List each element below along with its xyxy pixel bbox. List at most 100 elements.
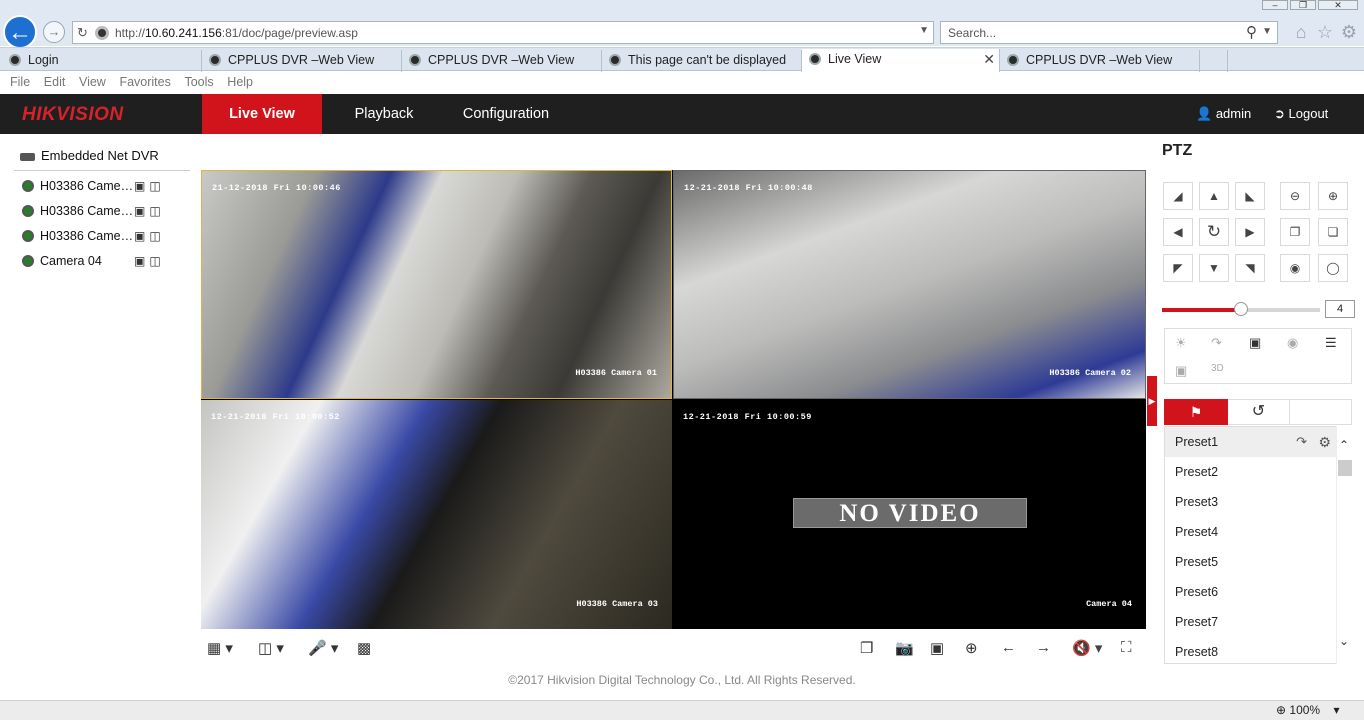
- dvr-node[interactable]: Embedded Net DVR: [20, 148, 159, 163]
- user-menu[interactable]: 👤 admin: [1196, 94, 1251, 134]
- preset-item[interactable]: Preset4: [1165, 517, 1337, 547]
- iris-open-icon[interactable]: ◯: [1318, 254, 1348, 282]
- collapse-ptz-button[interactable]: ▶: [1147, 376, 1157, 426]
- nav-live-view[interactable]: Live View: [202, 94, 322, 134]
- camera-actions[interactable]: ▣◫: [134, 229, 165, 243]
- new-tab-button[interactable]: [1200, 50, 1228, 72]
- preset-item[interactable]: Preset7: [1165, 607, 1337, 637]
- tab-login[interactable]: Login: [2, 50, 202, 72]
- preset-item[interactable]: Preset3: [1165, 487, 1337, 517]
- zoom-level[interactable]: ⊕ 100% ▾: [1276, 703, 1339, 717]
- manual-track-icon[interactable]: ▣: [1175, 363, 1187, 379]
- preset-settings-icon[interactable]: ⚙: [1318, 427, 1331, 457]
- window-layout-icon[interactable]: ▦ ▾: [207, 639, 233, 657]
- more-menu-icon[interactable]: ☰: [1325, 335, 1337, 351]
- logout-button[interactable]: ➲ Logout: [1274, 94, 1328, 134]
- preset-tab-flag-icon[interactable]: ⚑: [1164, 399, 1228, 425]
- stream-type-icon[interactable]: ◫ ▾: [258, 639, 284, 657]
- zoom-in-icon[interactable]: ⊕: [1318, 182, 1348, 210]
- tab-error[interactable]: This page can't be displayed: [602, 50, 802, 72]
- tab-strip: Login CPPLUS DVR –Web View CPPLUS DVR –W…: [0, 47, 1364, 72]
- refresh-icon[interactable]: ↻: [77, 25, 88, 41]
- forward-button[interactable]: →: [43, 21, 65, 43]
- lens-init-icon[interactable]: ◉: [1287, 335, 1298, 351]
- camera-actions[interactable]: ▣◫: [134, 179, 165, 193]
- camera-item[interactable]: Camera 04 ▣◫: [22, 254, 161, 274]
- ptz-right-button[interactable]: ▶: [1235, 218, 1265, 246]
- focus-near-icon[interactable]: ❐: [1280, 218, 1310, 246]
- video-window-1[interactable]: 21-12-2018 Fri 10:00:46 H03386 Camera 01: [201, 170, 672, 399]
- preset-item[interactable]: Preset1 ↷ ⚙: [1165, 427, 1337, 457]
- preset-scroll-thumb[interactable]: [1338, 460, 1352, 476]
- close-tab-icon[interactable]: ✕: [983, 49, 995, 69]
- minimize-button[interactable]: –: [1262, 0, 1288, 10]
- preset-item[interactable]: Preset2: [1165, 457, 1337, 487]
- previous-page-icon[interactable]: ←: [1001, 639, 1016, 656]
- ptz-down-button[interactable]: ▼: [1199, 254, 1229, 282]
- preset-item[interactable]: Preset8: [1165, 637, 1337, 663]
- next-page-icon[interactable]: →: [1036, 639, 1051, 656]
- scroll-up-icon[interactable]: ⌃: [1339, 438, 1349, 452]
- preset-item[interactable]: Preset6: [1165, 577, 1337, 607]
- ptz-speed-handle[interactable]: [1234, 302, 1248, 316]
- record-icon[interactable]: ▣: [930, 639, 944, 657]
- camera-actions[interactable]: ▣◫: [134, 204, 165, 218]
- video-window-2[interactable]: 12-21-2018 Fri 10:00:48 H03386 Camera 02: [673, 170, 1146, 399]
- zoom-out-icon[interactable]: ⊖: [1280, 182, 1310, 210]
- video-window-3[interactable]: 12-21-2018 Fri 10:00:52 H03386 Camera 03: [201, 400, 672, 629]
- tab-cpplus-2[interactable]: CPPLUS DVR –Web View: [402, 50, 602, 72]
- tab-cpplus-1[interactable]: CPPLUS DVR –Web View: [202, 50, 402, 72]
- microphone-icon[interactable]: 🎤 ▾: [308, 639, 338, 657]
- scroll-down-icon[interactable]: ⌄: [1339, 634, 1349, 648]
- ptz-up-right-button[interactable]: ◣: [1235, 182, 1265, 210]
- capture-icon[interactable]: 📷: [895, 639, 914, 657]
- home-icon[interactable]: ⌂: [1290, 22, 1312, 43]
- tab-cpplus-3[interactable]: CPPLUS DVR –Web View: [1000, 50, 1200, 72]
- stop-all-icon[interactable]: ❐: [860, 639, 873, 657]
- ptz-auto-rotate-button[interactable]: ↻: [1199, 218, 1229, 246]
- iris-close-icon[interactable]: ◉: [1280, 254, 1310, 282]
- 3d-zoom-icon[interactable]: 3D: [1211, 363, 1224, 374]
- patrol-tab-icon[interactable]: ↺: [1228, 399, 1290, 425]
- video-window-4[interactable]: 12-21-2018 Fri 10:00:59 NO VIDEO Camera …: [673, 400, 1146, 629]
- menu-file[interactable]: File: [10, 72, 30, 93]
- nav-playback[interactable]: Playback: [340, 94, 428, 134]
- digital-zoom-icon[interactable]: ⊕: [965, 639, 978, 657]
- ptz-down-right-button[interactable]: ◥: [1235, 254, 1265, 282]
- address-dropdown-icon[interactable]: ▼: [919, 25, 929, 36]
- light-icon[interactable]: ☀: [1175, 335, 1187, 351]
- menu-view[interactable]: View: [79, 72, 106, 93]
- tree-divider: [14, 170, 190, 171]
- menu-edit[interactable]: Edit: [44, 72, 66, 93]
- mute-volume-icon[interactable]: 🔇 ▾: [1072, 639, 1102, 657]
- ptz-up-button[interactable]: ▲: [1199, 182, 1229, 210]
- search-box[interactable]: Search... ⚲ ▼: [940, 21, 1278, 44]
- ptz-down-left-button[interactable]: ◤: [1163, 254, 1193, 282]
- auxiliary-focus-icon[interactable]: ▣: [1249, 335, 1261, 351]
- menu-favorites[interactable]: Favorites: [119, 72, 170, 93]
- camera-item[interactable]: H03386 Came… ▣◫: [22, 179, 161, 199]
- settings-gear-icon[interactable]: ⚙: [1338, 22, 1360, 43]
- camera-actions[interactable]: ▣◫: [134, 254, 165, 268]
- image-settings-icon[interactable]: ▩: [357, 639, 371, 657]
- preset-item[interactable]: Preset5: [1165, 547, 1337, 577]
- focus-far-icon[interactable]: ❏: [1318, 218, 1348, 246]
- camera-item[interactable]: H03386 Came… ▣◫: [22, 204, 161, 224]
- fullscreen-icon[interactable]: ⛶: [1121, 639, 1132, 656]
- ptz-up-left-button[interactable]: ◢: [1163, 182, 1193, 210]
- wiper-icon[interactable]: ↷: [1211, 335, 1222, 351]
- back-button[interactable]: ←: [3, 15, 37, 49]
- address-bar[interactable]: ↻ http://10.60.241.156:81/doc/page/previ…: [72, 21, 934, 44]
- search-dropdown-icon[interactable]: ▼: [1262, 26, 1272, 37]
- nav-configuration[interactable]: Configuration: [450, 94, 562, 134]
- favorites-star-icon[interactable]: ☆: [1314, 22, 1336, 43]
- search-icon[interactable]: ⚲: [1246, 23, 1257, 41]
- tab-live-view[interactable]: Live View ✕: [802, 49, 1000, 72]
- ptz-left-button[interactable]: ◀: [1163, 218, 1193, 246]
- close-window-button[interactable]: ✕: [1318, 0, 1358, 10]
- maximize-button[interactable]: ❐: [1290, 0, 1316, 10]
- menu-help[interactable]: Help: [227, 72, 253, 93]
- camera-item[interactable]: H03386 Came… ▣◫: [22, 229, 161, 249]
- call-preset-icon[interactable]: ↷: [1296, 427, 1307, 457]
- menu-tools[interactable]: Tools: [184, 72, 213, 93]
